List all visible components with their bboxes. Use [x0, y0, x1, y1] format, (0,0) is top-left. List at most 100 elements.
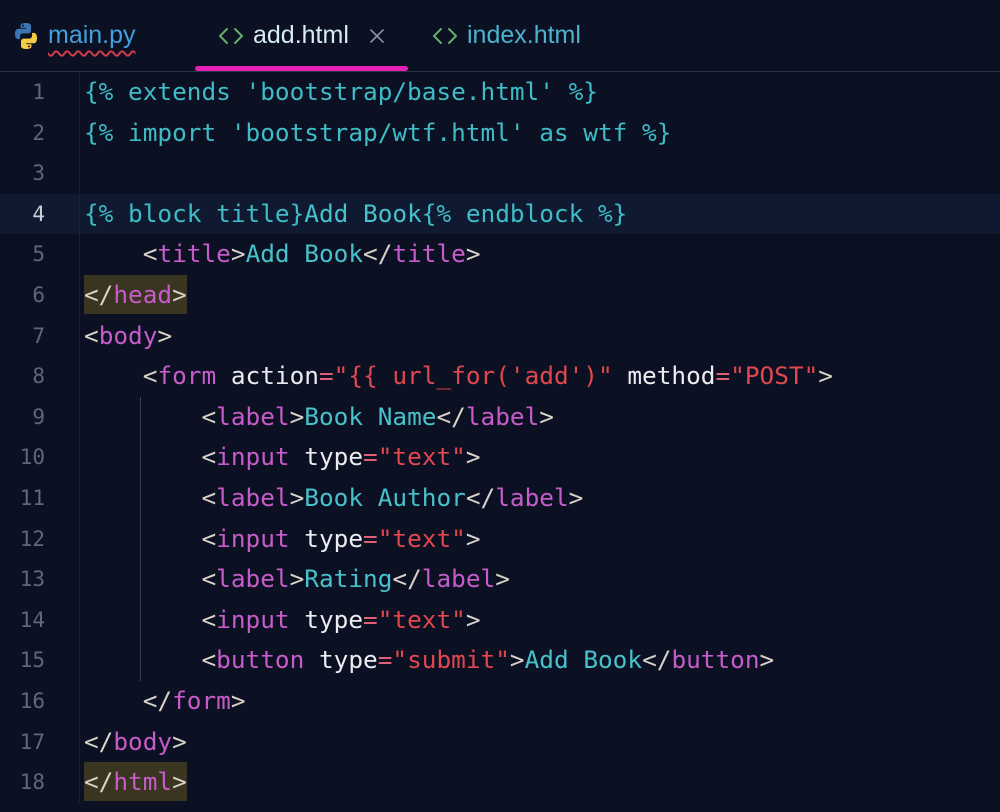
code-row[interactable]: 12 <input type="text">: [0, 518, 1000, 560]
line-number[interactable]: 6: [0, 274, 80, 316]
code-line[interactable]: <label>Book Name</label>: [80, 397, 1000, 438]
code-line[interactable]: {% extends 'bootstrap/base.html' %}: [80, 72, 1000, 113]
code-line[interactable]: <body>: [80, 316, 1000, 357]
code-token-text: Rating: [304, 564, 393, 594]
code-token-punct: <: [201, 401, 217, 431]
current-code-row[interactable]: 4 {% block title}Add Book{% endblock %}: [0, 193, 1000, 235]
python-file-icon: [12, 22, 40, 50]
line-number[interactable]: 8: [0, 356, 80, 397]
code-token-eq: =: [377, 645, 393, 675]
code-line[interactable]: <label>Rating</label>: [80, 559, 1000, 600]
line-number[interactable]: 17: [0, 721, 80, 763]
code-token-punct: </: [142, 685, 173, 715]
code-token-text: Book Name: [304, 401, 437, 431]
code-token-punct: >: [172, 762, 187, 802]
code-token-string: "{{ url_for('add')": [333, 361, 613, 391]
code-token-punct: <: [142, 239, 158, 269]
tab-index-html[interactable]: index.html: [408, 0, 608, 71]
code-line[interactable]: </body>: [80, 722, 1000, 763]
code-token-text: Add Book: [524, 645, 643, 675]
code-row[interactable]: 2 {% import 'bootstrap/wtf.html' as wtf %…: [0, 112, 1000, 154]
line-number[interactable]: 2: [0, 112, 80, 154]
html-file-icon-svg: [433, 27, 457, 44]
code-token-punct: <: [201, 523, 217, 553]
code-line[interactable]: </form>: [80, 681, 1000, 722]
code-line[interactable]: <title>Add Book</title>: [80, 234, 1000, 275]
code-row[interactable]: 13 <label>Rating</label>: [0, 559, 1000, 600]
code-token-tag: label: [495, 482, 569, 512]
line-number[interactable]: 3: [0, 153, 80, 194]
code-row[interactable]: 14 <input type="text">: [0, 599, 1000, 641]
code-row[interactable]: 18 </html>: [0, 762, 1000, 803]
code-token-string: "text": [377, 604, 466, 634]
code-token-eq: =: [363, 604, 378, 634]
line-number[interactable]: 7: [0, 315, 80, 357]
code-row[interactable]: 3: [0, 153, 1000, 194]
line-number[interactable]: 4: [0, 193, 80, 235]
code-token-string: "POST": [730, 361, 819, 391]
code-line[interactable]: {% import 'bootstrap/wtf.html' as wtf %}: [80, 113, 1000, 154]
html-file-icon: [218, 27, 244, 45]
code-editor[interactable]: 1 {% extends 'bootstrap/base.html' %} 2 {% …: [0, 72, 1000, 812]
code-lines[interactable]: 1 {% extends 'bootstrap/base.html' %} 2 {% …: [0, 72, 1000, 803]
code-line[interactable]: [80, 153, 1000, 194]
code-row[interactable]: 5 <title>Add Book</title>: [0, 234, 1000, 275]
line-number[interactable]: 1: [0, 72, 80, 113]
code-token-punct: >: [509, 645, 525, 675]
line-number[interactable]: 5: [0, 234, 80, 275]
line-number[interactable]: 14: [0, 599, 80, 641]
tab-label: index.html: [467, 21, 581, 49]
line-number[interactable]: 12: [0, 518, 80, 560]
code-token-tag: label: [421, 564, 496, 594]
code-token-tag: body: [98, 320, 158, 350]
code-line[interactable]: <input type="text">: [80, 437, 1000, 478]
line-number[interactable]: 9: [0, 396, 80, 438]
code-token-tag: head: [113, 274, 173, 314]
code-token-tag: html: [113, 762, 173, 802]
code-line[interactable]: <input type="text">: [80, 519, 1000, 560]
line-number[interactable]: 16: [0, 680, 80, 722]
code-token-tag: form: [172, 685, 231, 715]
code-line[interactable]: <input type="text">: [80, 600, 1000, 641]
tab-main-py[interactable]: main.py: [0, 0, 190, 71]
code-line[interactable]: <label>Book Author</label>: [80, 478, 1000, 519]
code-line[interactable]: <form action="{{ url_for('add')" method=…: [80, 356, 1000, 397]
code-row[interactable]: 17 </body>: [0, 721, 1000, 763]
code-token-punct: >: [495, 564, 510, 594]
code-row[interactable]: 6 </head>: [0, 274, 1000, 316]
close-tab-button[interactable]: [369, 28, 385, 44]
line-number[interactable]: 15: [0, 640, 80, 681]
code-row[interactable]: 1 {% extends 'bootstrap/base.html' %}: [0, 72, 1000, 113]
code-row[interactable]: 7 <body>: [0, 315, 1000, 357]
code-line[interactable]: {% block title}Add Book{% endblock %}: [80, 194, 1000, 235]
line-number[interactable]: 13: [0, 559, 80, 600]
line-number[interactable]: 10: [0, 437, 80, 478]
line-number[interactable]: 11: [0, 477, 80, 519]
line-number[interactable]: 18: [0, 762, 80, 803]
code-token-string: "text": [377, 442, 466, 472]
code-token-eq: =: [318, 361, 334, 391]
code-token-text: Book Author: [304, 482, 466, 512]
code-row[interactable]: 16 </form>: [0, 680, 1000, 722]
close-icon[interactable]: [369, 28, 385, 44]
code-token-punct: >: [759, 645, 775, 675]
code-row[interactable]: 11 <label>Book Author</label>: [0, 477, 1000, 519]
html-file-icon-svg: [219, 27, 243, 44]
tab-add-html[interactable]: add.html: [195, 0, 408, 71]
code-token-punct: >: [230, 685, 246, 715]
code-row[interactable]: 10 <input type="text">: [0, 437, 1000, 478]
code-line[interactable]: </html>: [80, 762, 1000, 803]
code-token-tag: label: [216, 401, 290, 431]
code-row[interactable]: 9 <label>Book Name</label>: [0, 396, 1000, 438]
code-row[interactable]: 8 <form action="{{ url_for('add')" metho…: [0, 356, 1000, 397]
code-line[interactable]: <button type="submit">Add Book</button>: [80, 640, 1000, 681]
python-file-icon-svg: [15, 22, 37, 49]
code-token-punct: </: [465, 482, 496, 512]
code-token-punct: </: [363, 239, 393, 269]
code-line[interactable]: </head>: [80, 274, 1000, 316]
code-token-string: "submit": [392, 645, 510, 675]
html-file-icon: [432, 27, 458, 45]
code-row[interactable]: 15 <button type="submit">Add Book</butto…: [0, 640, 1000, 681]
